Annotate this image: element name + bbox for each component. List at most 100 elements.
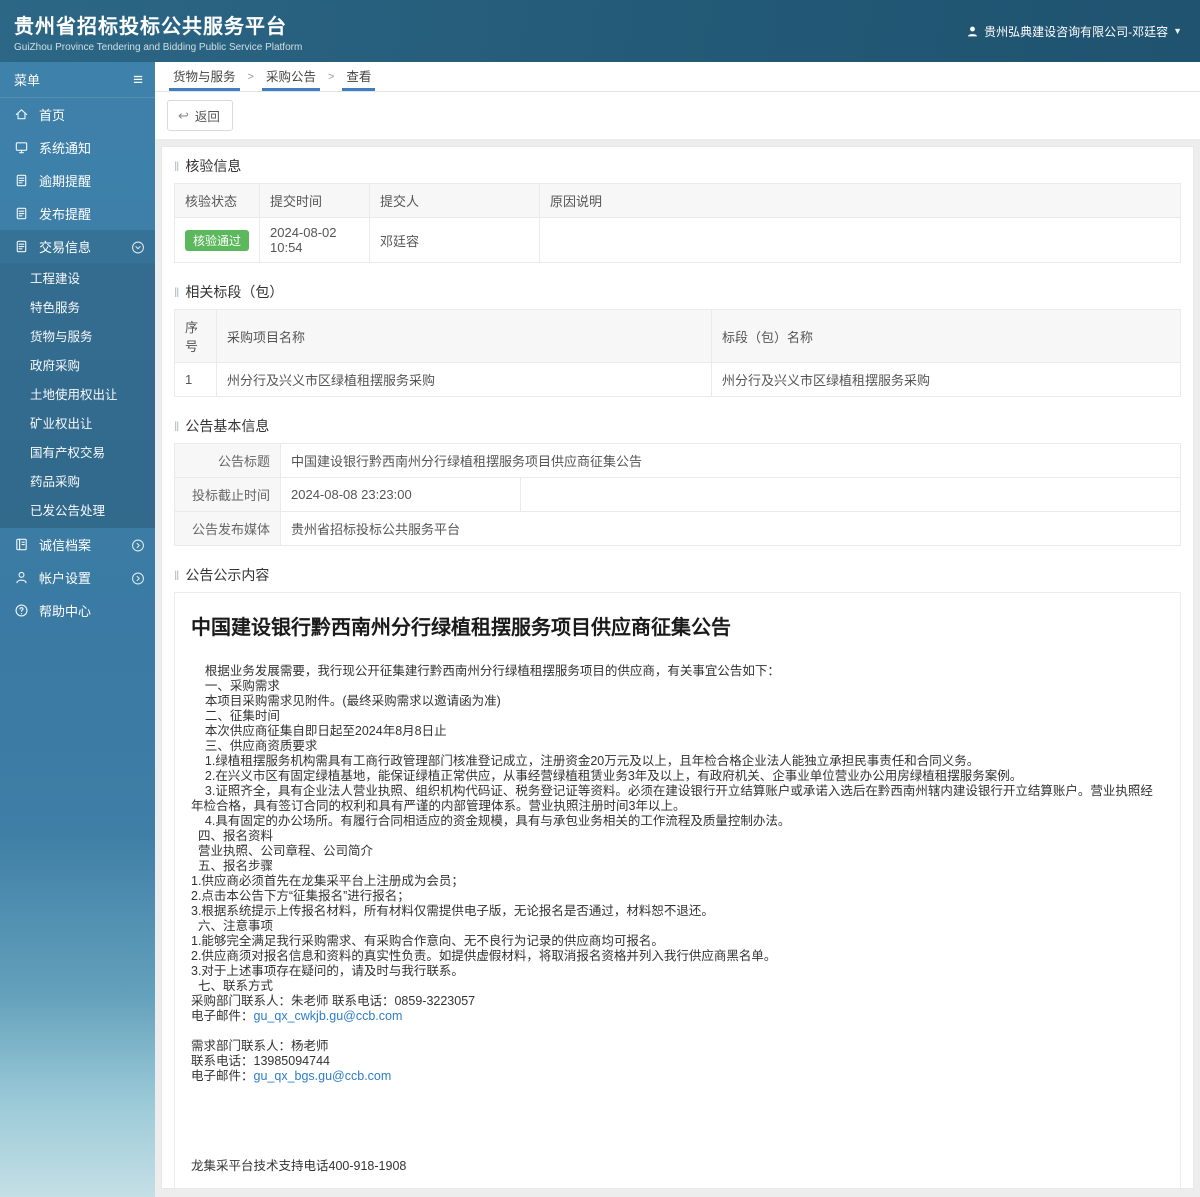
user-menu[interactable]: 贵州弘典建设咨询有限公司-邓廷容 ▼ <box>966 23 1182 40</box>
announcement-line: 七、联系方式 <box>191 979 273 993</box>
sidebar: 菜单 ≡ 首页系统通知逾期提醒发布提醒 交易信息 工程建设 特色服务 货物与服务 政府采购… <box>0 62 155 1197</box>
sidebar-subitem[interactable]: 矿业权出让 <box>0 410 155 439</box>
back-button[interactable]: ↩ 返回 <box>167 100 233 131</box>
sidebar-item-publish-reminder[interactable]: 发布提醒 <box>0 197 155 230</box>
field-label: 投标截止时间 <box>174 477 281 512</box>
breadcrumb-item[interactable]: 采购公告 <box>261 62 320 91</box>
col-header: 提交时间 <box>259 183 370 218</box>
book-icon <box>14 537 30 553</box>
announcement-line: 3.对于上述事项存在疑问的，请及时与我行联系。 <box>191 964 464 978</box>
row-no: 1 <box>174 362 217 397</box>
sidebar-item-account-settings[interactable]: 帐户设置 <box>0 561 155 594</box>
sidebar-nav: 首页系统通知逾期提醒发布提醒 交易信息 工程建设 特色服务 货物与服务 政府采购 土地使用权… <box>0 98 155 627</box>
basic-info-table: 公告标题 中国建设银行黔西南州分行绿植租摆服务项目供应商征集公告 投标截止时间 … <box>174 443 1181 546</box>
col-header: 序号 <box>174 309 217 363</box>
deadline-value: 2024-08-08 23:23:00 <box>280 477 521 512</box>
email-link[interactable]: gu_qx_cwkjb.gu@ccb.com <box>254 1009 403 1023</box>
caret-down-icon: ▼ <box>1173 26 1182 36</box>
sidebar-item-trade-info[interactable]: 交易信息 <box>0 230 155 263</box>
sidebar-subitem[interactable]: 药品采购 <box>0 468 155 497</box>
hamburger-icon[interactable]: ≡ <box>133 71 143 88</box>
sidebar-item-credit-archive[interactable]: 诚信档案 <box>0 528 155 561</box>
app-subtitle: GuiZhou Province Tendering and Bidding P… <box>14 41 303 53</box>
monitor-icon <box>14 140 30 156</box>
sidebar-submenu: 工程建设 特色服务 货物与服务 政府采购 土地使用权出让 矿业权出让 国有产权交易 药品采购已… <box>0 263 155 528</box>
announcement-title-value: 中国建设银行黔西南州分行绿植租摆服务项目供应商征集公告 <box>280 443 1181 478</box>
announcement-line: 本项目采购需求见附件。(最终采购需求以邀请函为准) <box>191 694 501 708</box>
col-header: 提交人 <box>369 183 540 218</box>
package-name: 州分行及兴义市区绿植租摆服务采购 <box>711 362 1181 397</box>
col-header: 标段（包）名称 <box>711 309 1181 363</box>
announcement-line: 3.根据系统提示上传报名材料，所有材料仅需提供电子版，无论报名是否通过，材料恕不… <box>191 904 714 918</box>
sidebar-subitem[interactable]: 政府采购 <box>0 352 155 381</box>
media-value: 贵州省招标投标公共服务平台 <box>280 511 1181 546</box>
doc-icon <box>14 239 30 255</box>
section-marker: ‖ <box>174 567 180 583</box>
announcement-line: 本次供应商征集自即日起至2024年8月8日止 <box>191 724 447 738</box>
sidebar-item-label: 系统通知 <box>39 141 92 156</box>
sidebar-subitem[interactable]: 土地使用权出让 <box>0 381 155 410</box>
doc-icon <box>14 206 30 222</box>
user-icon <box>966 25 979 38</box>
sidebar-header: 菜单 ≡ <box>0 62 155 98</box>
sidebar-item-label: 首页 <box>39 108 66 123</box>
announcement-line: 1.能够完全满足我行采购需求、有采购合作意向、无不良行为记录的供应商均可报名。 <box>191 934 664 948</box>
menu-label: 菜单 <box>14 73 41 88</box>
table-row: 1 州分行及兴义市区绿植租摆服务采购 州分行及兴义市区绿植租摆服务采购 <box>174 362 1181 397</box>
announcement-line: 2.供应商须对报名信息和资料的真实性负责。如提供虚假材料，将取消报名资格并列入我… <box>191 949 777 963</box>
section-announcement-title: ‖ 公告公示内容 <box>174 567 270 583</box>
toolbar: ↩ 返回 <box>155 92 1200 139</box>
sidebar-item-system-notice[interactable]: 系统通知 <box>0 131 155 164</box>
sidebar-item-overdue-reminder[interactable]: 逾期提醒 <box>0 164 155 197</box>
announcement-line: 四、报名资料 <box>191 829 273 843</box>
document-title: 中国建设银行黔西南州分行绿植租摆服务项目供应商征集公告 <box>191 617 731 639</box>
sidebar-item-help-center[interactable]: 帮助中心 <box>0 594 155 627</box>
sidebar-subitem[interactable]: 货物与服务 <box>0 323 155 352</box>
announcement-line: 根据业务发展需要，我行现公开征集建行黔西南州分行绿植租摆服务项目的供应商，有关事… <box>191 664 780 678</box>
breadcrumb-item[interactable]: 查看 <box>342 62 376 91</box>
announcement-line: 需求部门联系人：杨老师 <box>191 1039 329 1053</box>
sidebar-item-label: 诚信档案 <box>39 538 92 553</box>
section-marker: ‖ <box>174 284 180 300</box>
sidebar-subitem[interactable]: 特色服务 <box>0 294 155 323</box>
email-link[interactable]: gu_qx_bgs.gu@ccb.com <box>254 1069 392 1083</box>
announcement-line: 二、征集时间 <box>191 709 280 723</box>
announcement-line: 六、注意事项 <box>191 919 273 933</box>
breadcrumb-separator: > <box>327 70 335 83</box>
announcement-line: 2.在兴义市区有固定绿植基地，能保证绿植正常供应，从事经营绿植租赁业务3年及以上… <box>191 769 1023 783</box>
project-name: 州分行及兴义市区绿植租摆服务采购 <box>216 362 712 397</box>
announcement-line: 4.具有固定的办公场所。有履行合同相适应的资金规模，具有与承包业务相关的工作流程… <box>191 814 791 828</box>
announcement-line: 五、报名步骤 <box>191 859 273 873</box>
home-icon <box>14 107 30 123</box>
announcement-line: 三、供应商资质要求 <box>191 739 318 753</box>
main-content: 货物与服务 > 采购公告 > 查看 ↩ 返回 ‖ 核验信息 核验状态 提交时间 提交人 … <box>155 62 1200 1197</box>
app-title: 贵州省招标投标公共服务平台 <box>14 15 287 38</box>
section-marker: ‖ <box>174 418 180 434</box>
document-text: 根据业务发展需要，我行现公开征集建行黔西南州分行绿植租摆服务项目的供应商，有关事… <box>191 664 1164 1174</box>
sidebar-subitem[interactable]: 工程建设 <box>0 265 155 294</box>
announcement-line: 电子邮件：gu_qx_bgs.gu@ccb.com <box>191 1069 392 1083</box>
announcement-line: 联系电话：13985094744 <box>191 1054 330 1068</box>
breadcrumb-item[interactable]: 货物与服务 <box>169 62 240 91</box>
announcement-line: 营业执照、公司章程、公司简介 <box>191 844 373 858</box>
announcement-line: 一、采购需求 <box>191 679 280 693</box>
col-header: 采购项目名称 <box>216 309 712 363</box>
brand: 贵州省招标投标公共服务平台 GuiZhou Province Tendering… <box>14 10 302 53</box>
sidebar-item-label: 帐户设置 <box>39 571 92 586</box>
table-row: 公告标题 中国建设银行黔西南州分行绿植租摆服务项目供应商征集公告 <box>174 443 1181 478</box>
sidebar-item-home[interactable]: 首页 <box>0 98 155 131</box>
table-header-row: 序号 采购项目名称 标段（包）名称 <box>174 309 1181 363</box>
table-header-row: 核验状态 提交时间 提交人 原因说明 <box>174 183 1181 218</box>
chevron-down-circle-icon <box>131 240 145 254</box>
section-verification-title: ‖ 核验信息 <box>174 158 242 174</box>
submitter: 邓廷容 <box>369 217 540 263</box>
sidebar-subitem[interactable]: 已发公告处理 <box>0 497 155 526</box>
sidebar-item-label: 逾期提醒 <box>39 174 92 189</box>
sidebar-subitem[interactable]: 国有产权交易 <box>0 439 155 468</box>
announcement-line: 采购部门联系人：朱老师 联系电话：0859-3223057 <box>191 994 476 1008</box>
packages-table: 序号 采购项目名称 标段（包）名称 1 州分行及兴义市区绿植租摆服务采购 州分行… <box>174 309 1181 397</box>
section-basic-info-title: ‖ 公告基本信息 <box>174 418 270 434</box>
announcement-line: 龙集采平台技术支持电话400-918-1908 <box>191 1159 407 1173</box>
